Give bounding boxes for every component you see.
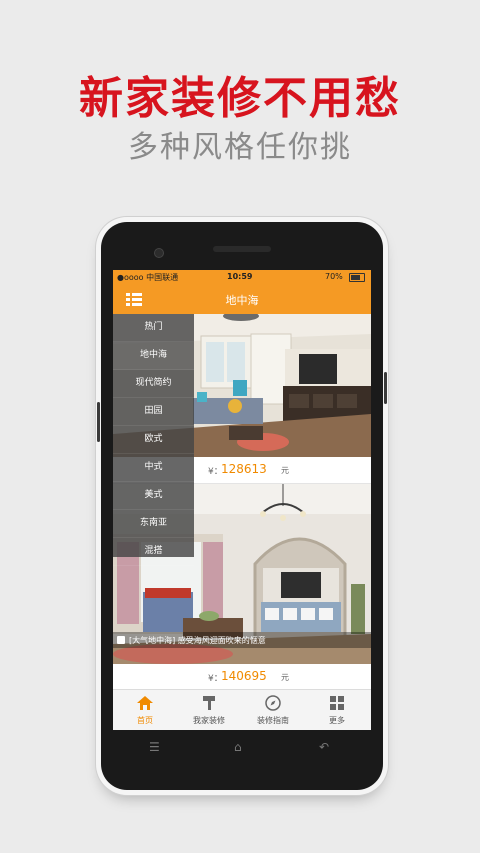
- volume-button: [97, 402, 100, 442]
- phone-screen: ●oooo 中国联通 10:59 70% 地中海 ¥： 128613 元 [大气…: [113, 270, 371, 730]
- menu-item-chinese[interactable]: 中式: [113, 454, 194, 482]
- home-softkey-icon[interactable]: ⌂: [234, 740, 242, 754]
- battery-icon: [349, 273, 365, 282]
- price-unit: 元: [281, 466, 289, 475]
- phone-device: ●oooo 中国联通 10:59 70% 地中海 ¥： 128613 元 [大气…: [97, 222, 387, 790]
- menu-item-mixed[interactable]: 混搭: [113, 538, 194, 566]
- back-softkey-icon[interactable]: ↶: [319, 740, 329, 754]
- tab-label: 首页: [137, 716, 153, 725]
- menu-item-southeast-asian[interactable]: 东南亚: [113, 510, 194, 538]
- battery-percent: 70%: [325, 272, 343, 281]
- price-value: 128613: [221, 462, 267, 476]
- tag-icon: [117, 636, 125, 644]
- hammer-icon: [203, 696, 215, 710]
- caption-text: [大气地中海] 感受海风迎面吹来的惬意: [129, 636, 266, 645]
- promo-subline: 多种风格任你挑: [128, 130, 352, 165]
- menu-softkey-icon[interactable]: ☰: [149, 740, 160, 754]
- home-icon: [137, 696, 153, 710]
- front-camera-icon: [154, 248, 164, 258]
- menu-item-pastoral[interactable]: 田园: [113, 398, 194, 426]
- tab-home[interactable]: 首页: [113, 690, 177, 730]
- price-row-2: ¥： 140695 元: [113, 664, 371, 689]
- compass-icon: [265, 695, 281, 711]
- earpiece-speaker: [213, 246, 271, 252]
- listing-caption: [大气地中海] 感受海风迎面吹来的惬意: [113, 632, 371, 648]
- menu-item-american[interactable]: 美式: [113, 482, 194, 510]
- status-bar: ●oooo 中国联通 10:59 70%: [113, 270, 371, 284]
- status-time: 10:59: [227, 272, 253, 281]
- menu-item-hot[interactable]: 热门: [113, 314, 194, 342]
- nav-title: 地中海: [225, 294, 259, 307]
- bottom-tab-bar: 首页 我家装修 装修指南 更多: [113, 689, 371, 730]
- tab-more[interactable]: 更多: [305, 690, 369, 730]
- price-value: 140695: [221, 669, 267, 683]
- tab-label: 我家装修: [193, 716, 225, 725]
- menu-item-modern[interactable]: 现代简约: [113, 370, 194, 398]
- nav-bar: 地中海: [113, 284, 371, 314]
- price-unit: 元: [281, 673, 289, 682]
- carrier-label: ●oooo 中国联通: [117, 273, 179, 282]
- tab-guide[interactable]: 装修指南: [241, 690, 305, 730]
- tab-label: 更多: [329, 716, 345, 725]
- promo-headline: 新家装修不用愁: [79, 73, 401, 124]
- style-side-menu: 热门 地中海 现代简约 田园 欧式 中式 美式 东南亚 混搭: [113, 314, 194, 566]
- menu-item-mediterranean[interactable]: 地中海: [113, 342, 194, 370]
- menu-item-european[interactable]: 欧式: [113, 426, 194, 454]
- grid-icon: [330, 696, 344, 710]
- tab-label: 装修指南: [257, 716, 289, 725]
- tab-my-renovation[interactable]: 我家装修: [177, 690, 241, 730]
- power-button: [384, 372, 387, 404]
